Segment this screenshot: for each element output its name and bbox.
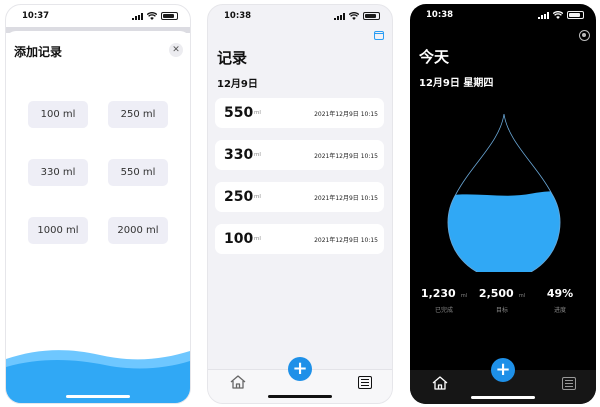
record-row[interactable]: 250 ml 2021年12月9日 10:15 [215, 182, 384, 212]
wifi-icon [349, 12, 359, 20]
record-amount: 100 [224, 231, 254, 247]
list-icon[interactable] [562, 377, 576, 390]
record-row[interactable]: 100 ml 2021年12月9日 10:15 [215, 224, 384, 254]
add-record-button[interactable]: + [288, 357, 312, 381]
sheet-title: 添加记录 [14, 45, 63, 59]
stat-label: 已完成 [434, 307, 453, 314]
add-record-button[interactable]: + [491, 358, 515, 382]
volume-option-1000[interactable]: 1000 ml [28, 217, 88, 244]
record-row[interactable]: 550 ml 2021年12月9日 10:15 [215, 98, 384, 128]
stat-value: 2,500 [478, 287, 514, 300]
record-time: 2021年12月9日 10:15 [314, 153, 378, 160]
stat-value: 49% [546, 287, 574, 300]
record-unit: ml [254, 152, 261, 158]
record-amount: 250 [224, 189, 254, 205]
today-date: 12月9日 星期四 [419, 78, 494, 89]
volume-option-250[interactable]: 250 ml [108, 101, 168, 128]
list-icon[interactable] [358, 376, 372, 389]
add-record-screen: 10:37 添加记录 ✕ 100 ml 250 ml 330 ml 550 ml… [5, 4, 191, 404]
page-title: 今天 [419, 48, 450, 66]
wifi-icon [147, 12, 157, 20]
section-date: 12月9日 [217, 79, 258, 90]
status-bar: 10:37 [6, 5, 190, 27]
calendar-icon[interactable] [374, 31, 384, 40]
volume-option-550[interactable]: 550 ml [108, 159, 168, 186]
signal-icon [132, 12, 143, 20]
status-icons [334, 12, 380, 20]
close-icon: ✕ [172, 45, 180, 55]
record-unit: ml [254, 110, 261, 116]
record-time: 2021年12月9日 10:15 [314, 195, 378, 202]
record-unit: ml [254, 194, 261, 200]
records-screen: 10:38 记录 12月9日 550 ml 2021年12月9日 10:15 3… [207, 4, 393, 404]
home-indicator [66, 395, 130, 398]
battery-icon [363, 12, 380, 20]
signal-icon [538, 11, 549, 19]
stat-unit: ml [518, 293, 526, 299]
status-time: 10:37 [22, 11, 50, 21]
home-icon[interactable] [230, 375, 246, 389]
close-button[interactable]: ✕ [169, 43, 183, 57]
status-icons [132, 12, 178, 20]
stat-progress: 49% 进度 [530, 282, 590, 314]
page-title: 记录 [217, 49, 248, 67]
battery-icon [567, 11, 584, 19]
volume-option-100[interactable]: 100 ml [28, 101, 88, 128]
volume-option-330[interactable]: 330 ml [28, 159, 88, 186]
stat-unit: ml [460, 293, 468, 299]
status-time: 10:38 [224, 11, 252, 21]
stat-value: 1,230 [420, 287, 456, 300]
record-amount: 550 [224, 105, 254, 121]
stat-label: 目标 [495, 307, 508, 314]
stat-label: 进度 [553, 307, 566, 314]
home-indicator [471, 396, 535, 399]
home-icon[interactable] [432, 376, 448, 390]
stat-goal: 2,500 ml 目标 [472, 282, 532, 314]
status-icons [538, 11, 584, 19]
battery-icon [161, 12, 178, 20]
status-bar: 10:38 [208, 5, 392, 27]
status-bar: 10:38 [410, 4, 596, 26]
record-time: 2021年12月9日 10:15 [314, 111, 378, 118]
status-time: 10:38 [426, 10, 454, 20]
record-amount: 330 [224, 147, 254, 163]
today-screen: 10:38 今天 12月9日 星期四 1,230 ml 已完成 2,500 ml… [410, 4, 596, 404]
record-unit: ml [254, 236, 261, 242]
signal-icon [334, 12, 345, 20]
stat-completed: 1,230 ml 已完成 [414, 282, 474, 314]
gear-icon[interactable] [579, 30, 590, 41]
home-indicator [268, 395, 332, 398]
wifi-icon [553, 11, 563, 19]
water-progress-drop [447, 113, 561, 272]
record-row[interactable]: 330 ml 2021年12月9日 10:15 [215, 140, 384, 170]
volume-option-2000[interactable]: 2000 ml [108, 217, 168, 244]
record-time: 2021年12月9日 10:15 [314, 237, 378, 244]
